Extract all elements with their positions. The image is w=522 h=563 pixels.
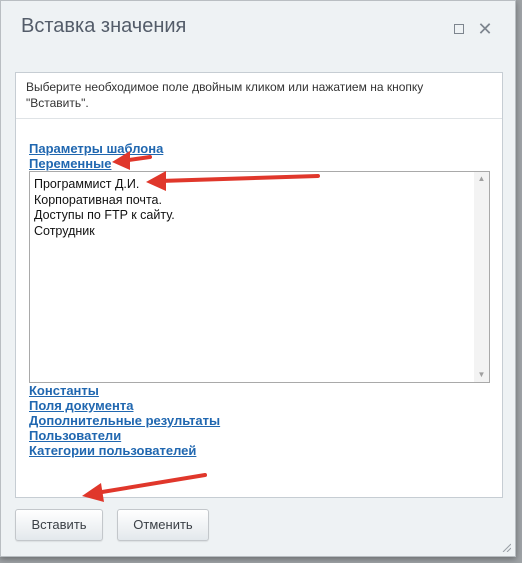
- list-item[interactable]: Корпоративная почта.: [34, 193, 175, 209]
- close-icon[interactable]: ✕: [477, 20, 493, 38]
- hint-divider: [16, 118, 502, 119]
- section-user-categories[interactable]: Категории пользователей: [29, 443, 196, 458]
- scroll-up-icon[interactable]: ▲: [474, 172, 489, 186]
- variables-listbox[interactable]: Программист Д.И. Корпоративная почта. До…: [29, 171, 490, 383]
- section-template-params[interactable]: Параметры шаблона: [29, 141, 163, 156]
- list-item[interactable]: Программист Д.И.: [34, 177, 175, 193]
- insert-button[interactable]: Вставить: [15, 509, 103, 541]
- section-additional-results[interactable]: Дополнительные результаты: [29, 413, 220, 428]
- dialog-title: Вставка значения: [21, 15, 187, 37]
- listbox-scrollbar[interactable]: ▲ ▼: [474, 172, 489, 382]
- dialog-content: Выберите необходимое поле двойным кликом…: [15, 72, 503, 498]
- maximize-icon[interactable]: [451, 21, 467, 37]
- list-item[interactable]: Доступы по FTP к сайту.: [34, 208, 175, 224]
- cancel-button[interactable]: Отменить: [117, 509, 209, 541]
- section-constants[interactable]: Константы: [29, 383, 99, 398]
- section-users[interactable]: Пользователи: [29, 428, 121, 443]
- insert-value-dialog: Вставка значения ✕ Выберите необходимое …: [0, 0, 516, 557]
- hint-text: Выберите необходимое поле двойным кликом…: [26, 80, 424, 110]
- list-item[interactable]: Сотрудник: [34, 224, 175, 240]
- section-document-fields[interactable]: Поля документа: [29, 398, 133, 413]
- dialog-titlebar[interactable]: Вставка значения ✕: [1, 1, 515, 57]
- scroll-down-icon[interactable]: ▼: [474, 368, 489, 382]
- resize-grip-icon[interactable]: [501, 542, 511, 552]
- section-variables[interactable]: Переменные: [29, 156, 111, 171]
